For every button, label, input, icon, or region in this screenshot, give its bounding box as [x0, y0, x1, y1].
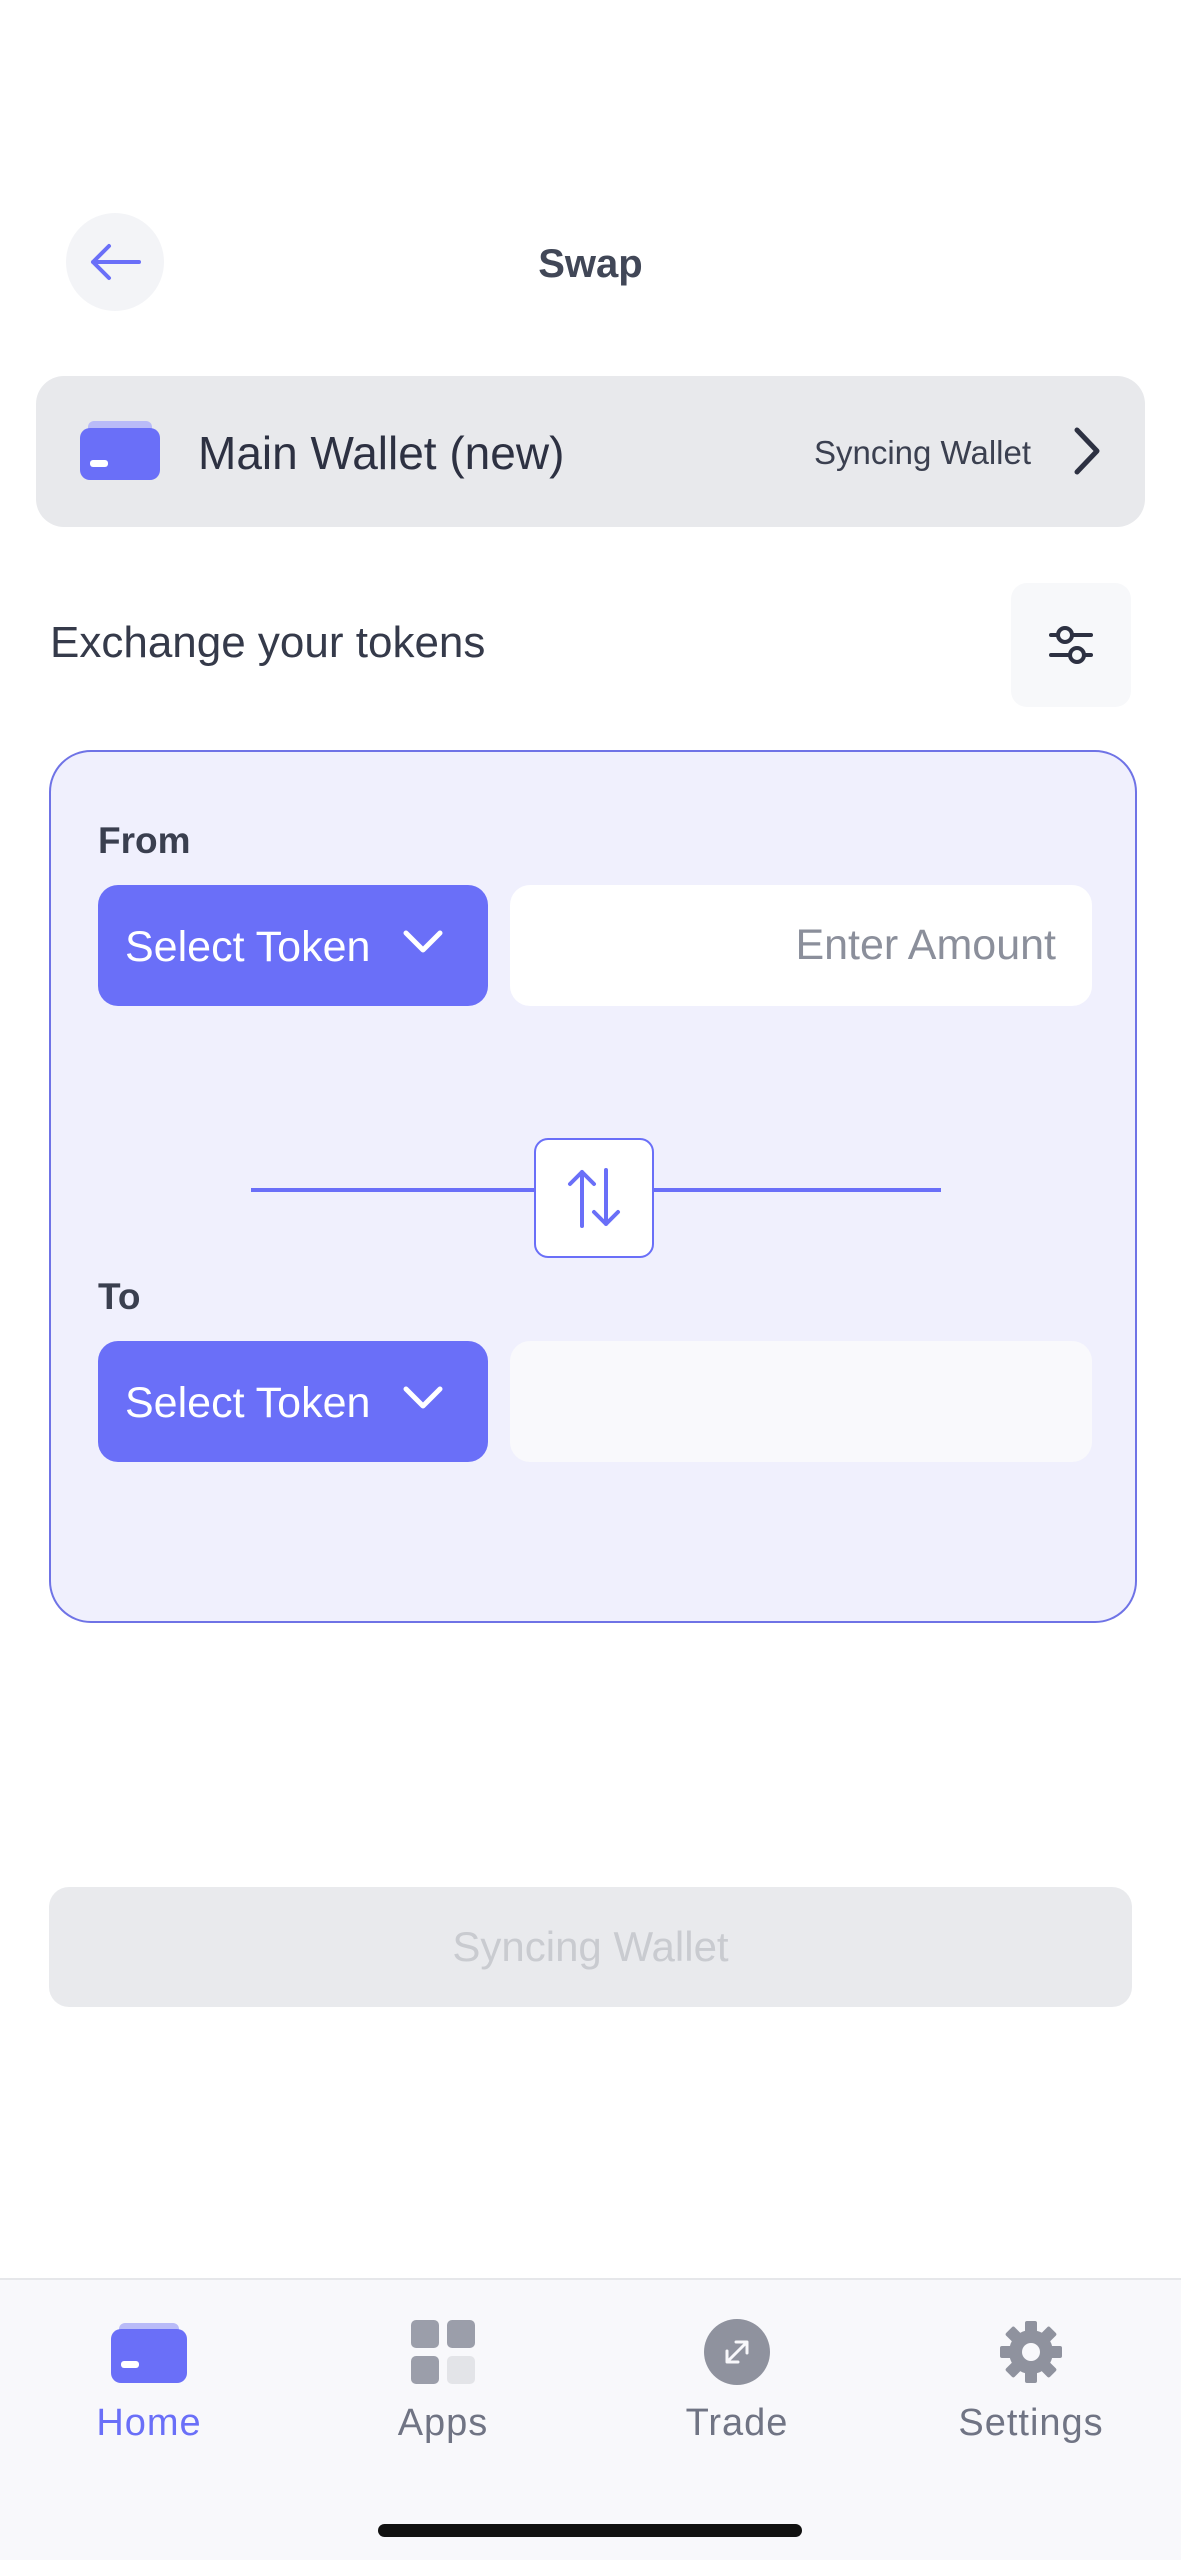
chevron-down-icon: [403, 1386, 443, 1409]
apps-grid-icon: [411, 2320, 475, 2384]
home-indicator: [378, 2524, 802, 2537]
trade-icon: [704, 2319, 770, 2385]
tab-trade[interactable]: Trade: [627, 2318, 847, 2468]
chevron-down-icon: [403, 930, 443, 953]
wallet-status: Syncing Wallet: [813, 434, 1031, 471]
header: Swap: [0, 200, 1181, 325]
from-token-select[interactable]: Select Token: [98, 885, 488, 1006]
wallet-icon: [111, 2323, 187, 2383]
to-label: To: [98, 1276, 141, 1317]
swap-card: From Select Token To Select Token: [49, 750, 1137, 1623]
swap-arrows-icon: [568, 1168, 620, 1228]
divider-line-left: [251, 1188, 534, 1192]
wallet-selector[interactable]: Main Wallet (new) Syncing Wallet: [36, 376, 1145, 527]
bottom-tab-bar: Home Apps Trade Settings: [0, 2278, 1181, 2560]
from-label: From: [98, 820, 191, 861]
to-token-select-label: Select Token: [125, 1379, 371, 1427]
to-amount-output: [510, 1341, 1092, 1462]
tab-home-label: Home: [96, 2402, 202, 2444]
sliders-icon: [1049, 626, 1093, 664]
swap-settings-button[interactable]: [1011, 583, 1131, 707]
tab-home[interactable]: Home: [39, 2318, 259, 2468]
gear-icon: [1000, 2321, 1062, 2383]
chevron-right-icon: [1074, 427, 1100, 475]
from-token-select-label: Select Token: [125, 923, 371, 971]
divider-line-right: [654, 1188, 941, 1192]
tab-trade-label: Trade: [685, 2402, 789, 2444]
tab-settings[interactable]: Settings: [921, 2318, 1141, 2468]
tab-apps[interactable]: Apps: [333, 2318, 553, 2468]
tab-apps-label: Apps: [397, 2402, 489, 2444]
tab-settings-label: Settings: [958, 2402, 1104, 2444]
swap-direction-button[interactable]: [534, 1138, 654, 1258]
wallet-icon: [80, 421, 160, 480]
page-title: Swap: [538, 242, 643, 286]
exchange-label: Exchange your tokens: [50, 618, 486, 667]
syncing-wallet-button[interactable]: Syncing Wallet: [49, 1887, 1132, 2007]
from-amount-input[interactable]: [510, 885, 1092, 1006]
wallet-name: Main Wallet (new): [198, 427, 565, 479]
to-token-select[interactable]: Select Token: [98, 1341, 488, 1462]
